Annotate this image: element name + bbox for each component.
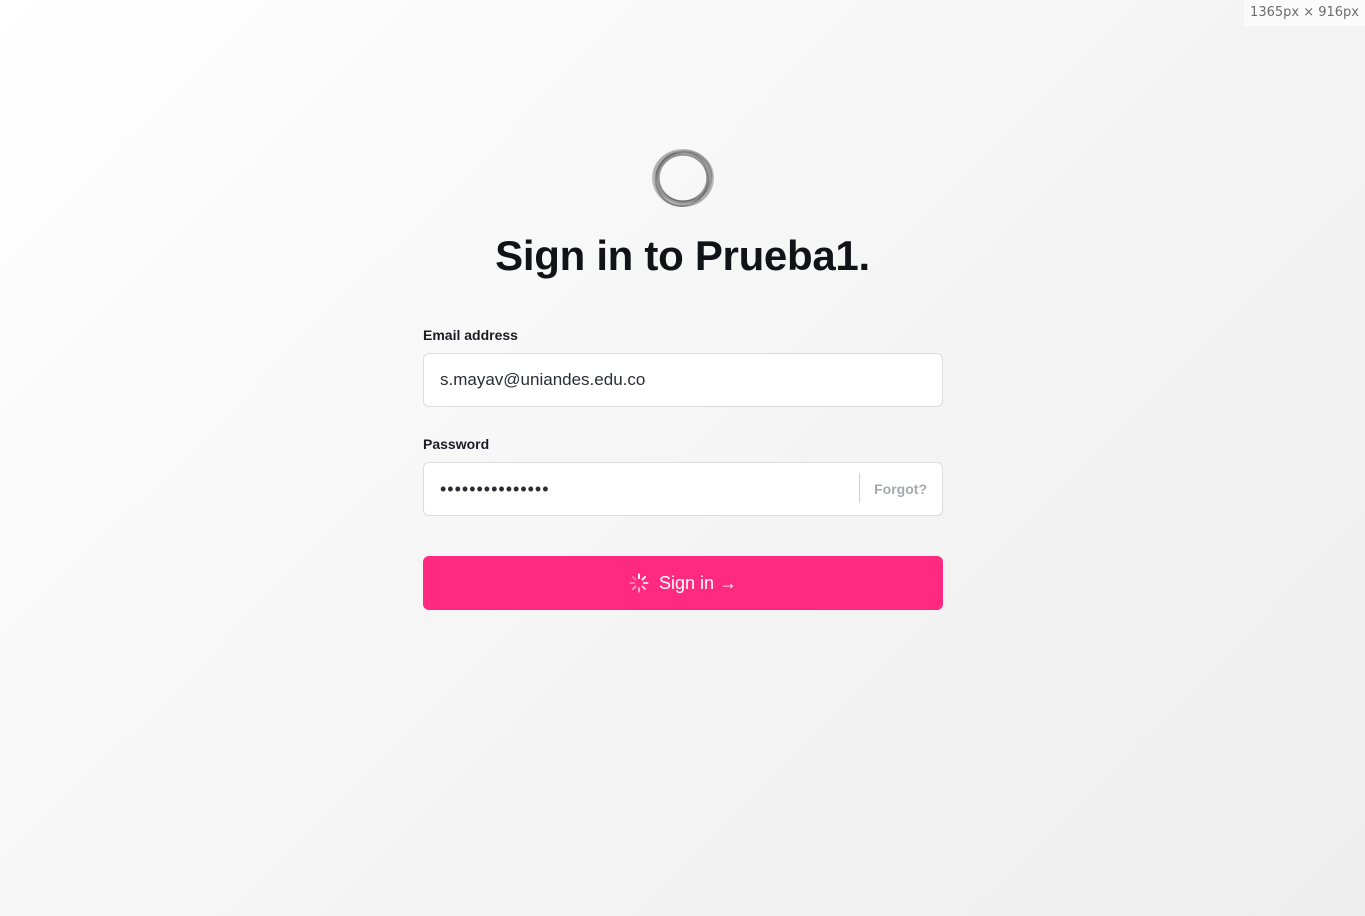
page-title: Sign in to Prueba1. xyxy=(495,232,870,279)
loading-spinner-icon xyxy=(629,573,649,593)
sign-in-form: Email address Password Forgot? Sign xyxy=(423,326,943,610)
email-field[interactable] xyxy=(423,353,943,407)
password-label: Password xyxy=(423,436,490,452)
password-divider xyxy=(859,473,860,503)
sign-in-button[interactable]: Sign in → xyxy=(423,556,943,610)
password-field-wrapper: Forgot? xyxy=(423,462,943,516)
forgot-password-link[interactable]: Forgot? xyxy=(874,462,927,516)
sign-in-button-label: Sign in → xyxy=(658,572,738,593)
ring-logo-icon xyxy=(648,145,718,211)
viewport-size-indicator: 1365px × 916px xyxy=(1244,0,1365,26)
password-field[interactable] xyxy=(423,462,943,516)
email-label: Email address xyxy=(423,327,518,343)
